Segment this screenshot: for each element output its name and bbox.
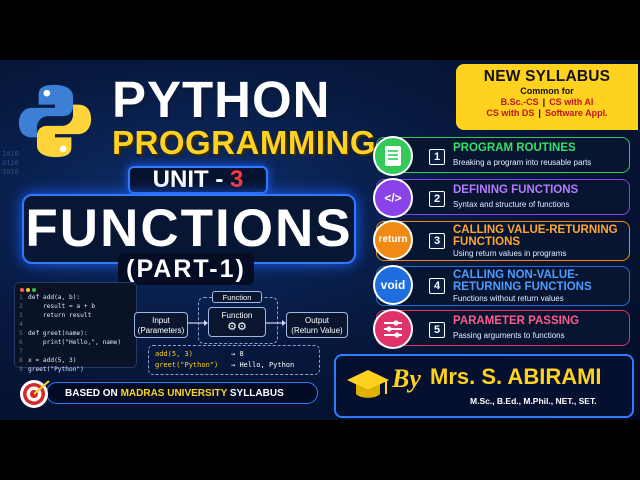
topic-number: 5	[429, 322, 445, 338]
topic-title: PROGRAM ROUTINES	[453, 142, 576, 154]
input-sublabel: (Parameters)	[137, 326, 185, 335]
arrow-right-icon	[188, 320, 208, 326]
unit-number: 3	[229, 166, 244, 193]
output-sublabel: (Return Value)	[291, 326, 343, 335]
input-box: Input (Parameters)	[134, 312, 188, 338]
topic-icon-label: void	[373, 265, 413, 305]
arrow-right-icon	[266, 320, 286, 326]
topic-title: PARAMETER PASSING	[453, 315, 580, 327]
topic-subtitle: Functions without return values	[453, 294, 564, 303]
based-on-bar: BASED ON MADRAS UNIVERSITY SYLLABUS	[46, 382, 318, 404]
topic-number: 4	[429, 278, 445, 294]
syllabus-heading: NEW SYLLABUS	[483, 68, 611, 85]
thumbnail-banner: 1010 0110 1010 PYTHON PROGRAMMING UNIT -…	[0, 60, 640, 420]
topic-card-5: 5 PARAMETER PASSING Passing arguments to f…	[373, 309, 630, 349]
call-row: add(5, 3) → 8	[155, 350, 244, 358]
syllabus-badge: NEW SYLLABUS Common for B.Sc.-CS | CS with…	[456, 64, 638, 130]
code-line: 4	[19, 321, 23, 328]
code-line: 6 print("Hello,", name)	[19, 339, 122, 346]
code-line: 5 def greet(name):	[19, 330, 88, 337]
target-icon	[20, 380, 50, 408]
code-line: 7	[19, 348, 23, 355]
function-box: Function ⚙⚙	[208, 307, 266, 337]
window-dots	[20, 286, 38, 295]
topic-subtitle: Syntax and structure of functions	[453, 200, 570, 209]
author-card: By Mrs. S. ABIRAMI M.Sc., B.Ed., M.Phil.…	[334, 354, 634, 418]
syllabus-common: Common for	[520, 86, 574, 96]
based-on-banner: BASED ON MADRAS UNIVERSITY SYLLABUS	[18, 378, 318, 410]
unit-badge: UNIT - 3	[128, 166, 268, 194]
based-on-suffix: SYLLABUS	[229, 388, 284, 399]
sliders-icon	[373, 309, 413, 349]
code-line: 9 greet("Python")	[19, 366, 84, 373]
unit-label: UNIT -	[152, 166, 224, 193]
output-label: Output	[304, 316, 329, 325]
python-logo-icon	[18, 84, 92, 158]
topic-card-4: void 4 CALLING NON-VALUE-RETURNING FUNCTIO…	[373, 265, 630, 306]
topic-icon-label: </>	[373, 178, 413, 218]
topic-title: DEFINING FUNCTIONS	[453, 184, 579, 196]
syllabus-courses-row: B.Sc.-CS | CS with AI	[500, 97, 594, 107]
syllabus-courses-row: CS with DS | Software Appl.	[486, 108, 608, 118]
topic-card-2: </> 2 DEFINING FUNCTIONS Syntax and structu…	[373, 178, 630, 218]
author-qualifications: M.Sc., B.Ed., M.Phil., NET., SET.	[470, 396, 597, 406]
title-programming: PROGRAMMING	[112, 124, 376, 161]
input-label: Input	[152, 316, 170, 325]
topic-title: CALLING NON-VALUE-RETURNING FUNCTIONS	[453, 269, 592, 293]
call-row: greet("Python") → Hello, Python	[155, 361, 295, 369]
topic-card-3: return 3 CALLING VALUE-RETURNING FUNCTIONS…	[373, 220, 630, 261]
university-name: MADRAS UNIVERSITY	[120, 388, 228, 399]
author-name: Mrs. S. ABIRAMI	[430, 364, 602, 389]
topic-icon-label: return	[373, 220, 413, 260]
author-by: By	[392, 364, 421, 393]
topic-subtitle: Using return values in programs	[453, 249, 567, 258]
function-call-examples: add(5, 3) → 8 greet("Python") → Hello, Pyt…	[148, 345, 320, 375]
function-box-label: Function	[221, 311, 253, 320]
topic-number: 1	[429, 149, 445, 165]
based-on-prefix: BASED ON	[65, 388, 118, 399]
gears-icon: ⚙⚙	[227, 321, 247, 333]
topic-number: 3	[429, 233, 445, 249]
part-badge: (PART-1)	[118, 253, 254, 285]
code-snippet: 1 def add(a, b): 2 result = a + b3 return …	[14, 282, 137, 373]
letterbox-frame: 1010 0110 1010 PYTHON PROGRAMMING UNIT -…	[0, 0, 640, 480]
topic-title: CALLING VALUE-RETURNING FUNCTIONS	[453, 224, 618, 248]
function-label: Function	[212, 291, 262, 303]
code-line: 2 result = a + b	[19, 303, 96, 310]
code-line: 8x = add(5, 3)	[19, 357, 77, 364]
graduation-cap-icon	[347, 370, 389, 398]
topic-subtitle: Breaking a program into reusable parts	[453, 158, 592, 167]
topic-number: 2	[429, 191, 445, 207]
code-line: 3 return result	[19, 312, 92, 319]
title-python: PYTHON	[112, 71, 331, 128]
topic-subtitle: Passing arguments to functions	[453, 331, 565, 340]
topic-card-1: 1 PROGRAM ROUTINES Breaking a program into…	[373, 136, 630, 176]
output-box: Output (Return Value)	[286, 312, 348, 338]
document-icon	[373, 136, 413, 176]
